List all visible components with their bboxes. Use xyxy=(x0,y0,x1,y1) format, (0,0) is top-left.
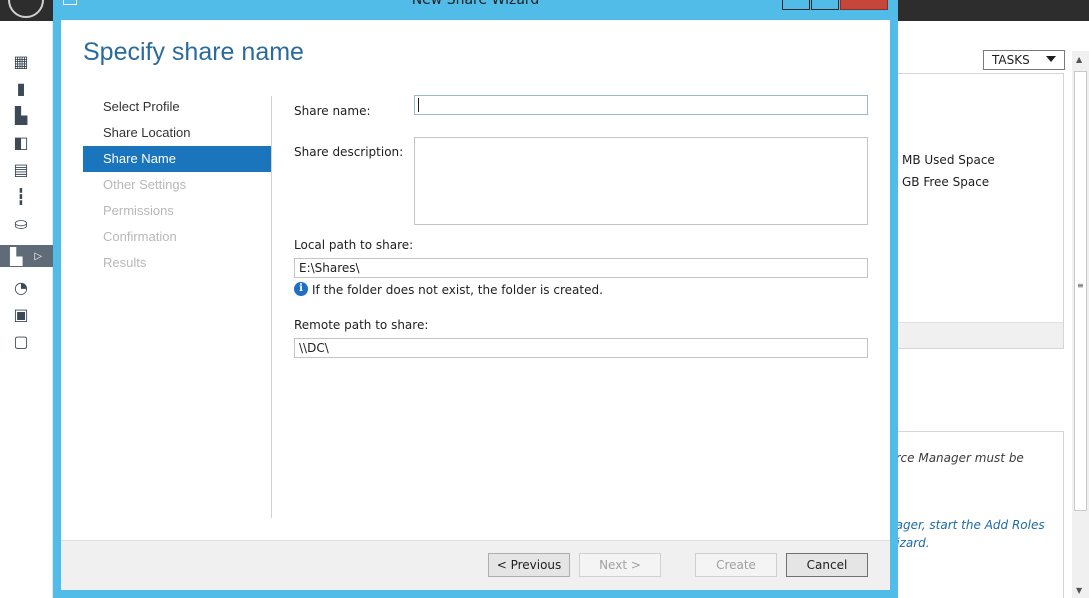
share-name-input[interactable] xyxy=(414,95,868,115)
print-services-icon[interactable]: ▣ xyxy=(10,304,32,324)
tasks-label: TASKS xyxy=(992,53,1030,67)
step-other-settings: Other Settings xyxy=(103,177,187,192)
page-title: Specify share name xyxy=(83,38,304,66)
minimize-button[interactable] xyxy=(782,0,810,10)
roles-notice-tile: urce Manager must be nager, start the Ad… xyxy=(888,431,1064,598)
server-manager-nav-rail: ▦ ▮ ▙ ◧ ▤ ┇ ⛀ ▙ ▷ ◔ ▣ ▢ xyxy=(0,21,53,598)
add-roles-link[interactable]: nager, start the Add Roles xyxy=(888,518,1045,532)
storage-tile: MB Used Space GB Free Space xyxy=(897,73,1064,349)
next-button[interactable]: Next > xyxy=(579,553,661,577)
step-permissions: Permissions xyxy=(103,203,174,218)
scrollbar-thumb[interactable] xyxy=(1074,71,1087,511)
used-space-label: MB Used Space xyxy=(902,153,995,167)
wizard-client-area: Specify share name Select Profile Share … xyxy=(61,20,890,590)
maximize-button[interactable] xyxy=(811,0,839,10)
ad-cs-icon[interactable]: ◧ xyxy=(10,132,32,152)
grip-icon: ≡ xyxy=(1077,281,1084,290)
expand-arrow-icon: ▷ xyxy=(34,250,43,262)
scroll-down-icon[interactable]: ▼ xyxy=(1076,586,1082,595)
share-description-label: Share description: xyxy=(294,145,404,159)
local-path-value: E:\Shares\ xyxy=(299,261,360,275)
scroll-up-icon[interactable]: ▲ xyxy=(1076,55,1082,64)
dns-icon[interactable]: ┇ xyxy=(10,186,32,206)
local-path-label: Local path to share: xyxy=(294,238,414,252)
step-share-location[interactable]: Share Location xyxy=(83,120,271,146)
local-path-field[interactable]: E:\Shares\ xyxy=(294,258,868,278)
step-results: Results xyxy=(103,255,147,270)
tasks-dropdown[interactable]: TASKS xyxy=(983,50,1065,70)
remote-path-label: Remote path to share: xyxy=(294,318,429,332)
remote-path-field[interactable]: \\DC\ xyxy=(294,338,868,358)
step-share-name[interactable]: Share Name xyxy=(83,146,271,172)
create-button[interactable]: Create xyxy=(695,553,777,577)
share-description-input[interactable] xyxy=(414,137,868,225)
text-caret xyxy=(418,98,419,112)
cancel-button[interactable]: Cancel xyxy=(786,553,868,577)
notice-text: urce Manager must be xyxy=(888,451,1024,465)
free-space-label: GB Free Space xyxy=(902,175,990,189)
server-manager-content: TASKS MB Used Space GB Free Space urce M… xyxy=(888,21,1089,598)
dashboard-icon[interactable]: ▦ xyxy=(10,51,32,71)
wizard-button-bar: < Previous Next > Create Cancel xyxy=(61,540,890,590)
ad-ds-icon[interactable]: ▤ xyxy=(10,159,32,179)
new-share-wizard-window: New Share Wizard Specify share name Sele… xyxy=(53,0,898,598)
step-select-profile[interactable]: Select Profile xyxy=(83,94,271,120)
previous-button[interactable]: < Previous xyxy=(488,553,570,577)
iis-icon[interactable]: ◔ xyxy=(10,277,32,297)
remote-path-value: \\DC\ xyxy=(299,341,329,355)
window-title: New Share Wizard xyxy=(411,0,540,8)
all-servers-icon[interactable]: ▙ xyxy=(10,105,32,125)
tile-footer xyxy=(897,322,1063,348)
ad-fs-icon[interactable]: ⛀ xyxy=(10,213,32,233)
chevron-down-icon xyxy=(1046,56,1056,62)
info-text: If the folder does not exist, the folder… xyxy=(312,283,603,297)
close-button[interactable] xyxy=(840,0,888,10)
wizard-steps-list: Select Profile Share Location Share Name… xyxy=(83,94,271,276)
steps-divider xyxy=(271,96,272,518)
vertical-scrollbar[interactable]: ▲ ≡ ▼ xyxy=(1072,51,1089,598)
local-server-icon[interactable]: ▮ xyxy=(10,78,32,98)
step-confirmation: Confirmation xyxy=(103,229,177,244)
info-icon: i xyxy=(294,282,308,296)
remote-desktop-icon[interactable]: ▢ xyxy=(10,331,32,351)
share-name-label: Share name: xyxy=(294,104,371,118)
back-button[interactable] xyxy=(8,0,44,18)
file-storage-services-icon[interactable]: ▙ ▷ xyxy=(0,245,53,267)
